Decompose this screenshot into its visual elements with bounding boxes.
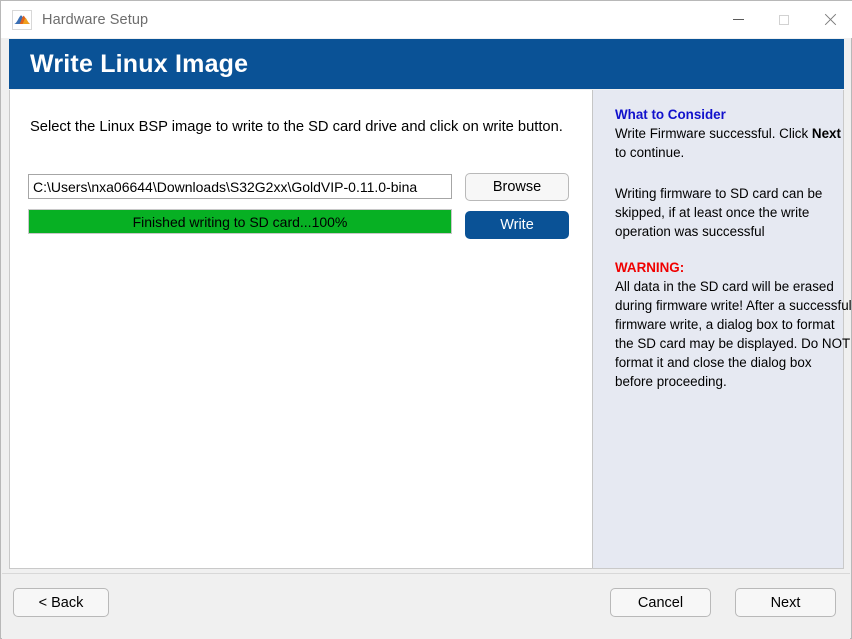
help-status-text: Write Firmware successful. Click Next to… [615,124,852,162]
help-note: Writing firmware to SD card can be skipp… [615,186,823,240]
help-status-before: Write Firmware successful. Click [615,126,812,142]
title-bar: Hardware Setup [1,1,852,38]
window-title: Hardware Setup [42,11,149,28]
page-banner: Write Linux Image [9,39,844,89]
minimize-button[interactable] [715,1,761,38]
help-pane: What to Consider Write Firmware successf… [593,90,852,568]
browse-button[interactable]: Browse [465,173,569,201]
back-button[interactable]: < Back [13,588,109,617]
close-icon [824,14,836,26]
help-spacer-1 [615,162,852,184]
cancel-button[interactable]: Cancel [610,588,711,617]
write-button[interactable]: Write [465,211,569,239]
close-button[interactable] [807,1,852,38]
hardware-setup-window: Hardware Setup Write Linux Image Select … [0,0,852,639]
help-heading: What to Consider [615,107,726,122]
footer-bar: < Back Cancel Next [2,573,850,639]
help-status-bold: Next [811,126,841,142]
help-content: What to Consider Write Firmware successf… [615,105,852,391]
help-spacer-2 [615,241,852,258]
maximize-button[interactable] [761,1,807,38]
image-path-input[interactable] [28,174,452,199]
content-area: Select the Linux BSP image to write to t… [9,90,852,569]
matlab-membrane-icon [12,9,32,30]
progress-label: Finished writing to SD card...100% [132,213,348,230]
maximize-icon [779,14,789,25]
help-status-after: to continue. [615,145,685,161]
next-button[interactable]: Next [735,588,836,617]
warning-body: All data in the SD card will be erased d… [615,279,852,390]
warning-heading: WARNING: [615,260,685,276]
instruction-text: Select the Linux BSP image to write to t… [30,119,563,135]
left-pane: Select the Linux BSP image to write to t… [10,90,592,568]
write-progress-bar: Finished writing to SD card...100% [28,209,452,234]
window-controls [715,1,852,38]
page-title: Write Linux Image [30,49,249,78]
minimize-icon [732,19,744,20]
